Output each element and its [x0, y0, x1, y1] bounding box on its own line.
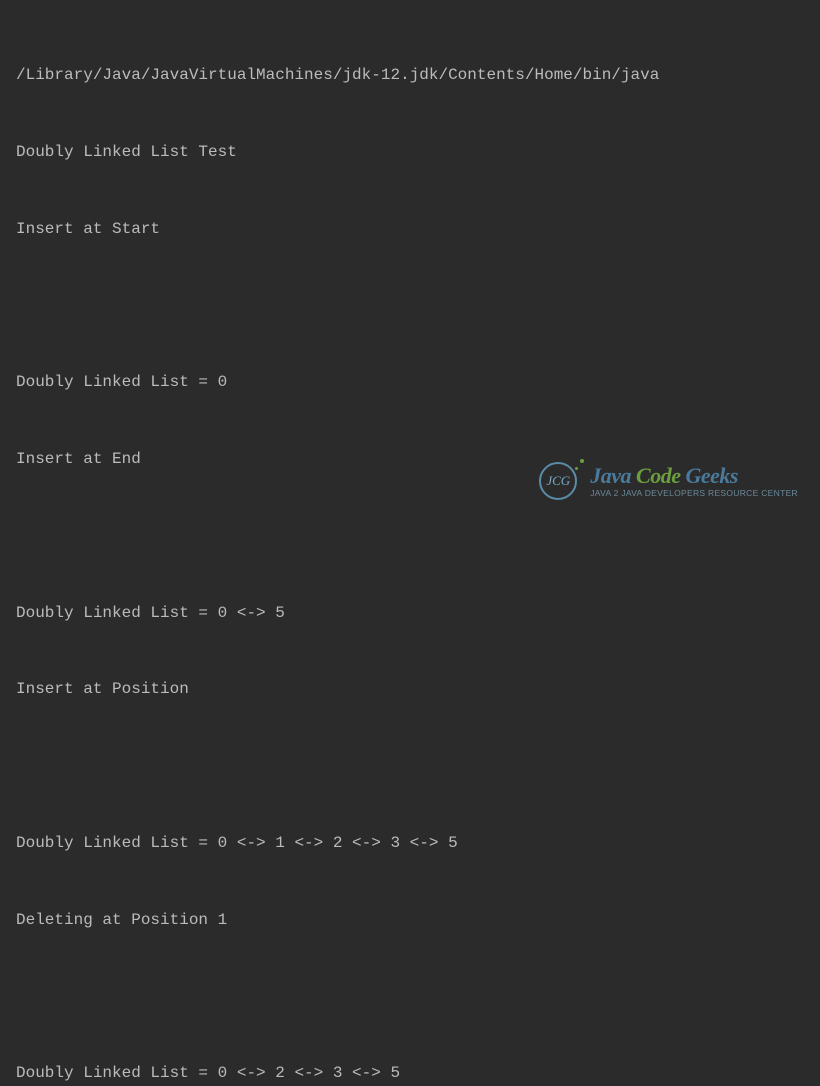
terminal-line	[16, 294, 804, 320]
terminal-line: Doubly Linked List Test	[16, 140, 804, 166]
watermark-title: Java Code Geeks	[590, 464, 798, 488]
terminal-line: Insert at Position	[16, 677, 804, 703]
terminal-line	[16, 524, 804, 550]
terminal-line: /Library/Java/JavaVirtualMachines/jdk-12…	[16, 63, 804, 89]
terminal-line: Doubly Linked List = 0 <-> 1 <-> 2 <-> 3…	[16, 831, 804, 857]
terminal-line: Deleting at Position 1	[16, 908, 804, 934]
watermark-word-code: Code	[636, 463, 680, 488]
watermark-dots-icon	[566, 453, 586, 473]
terminal-line: Doubly Linked List = 0 <-> 5	[16, 601, 804, 627]
terminal-line: Doubly Linked List = 0 <-> 2 <-> 3 <-> 5	[16, 1061, 804, 1086]
watermark-word-java: Java	[590, 463, 631, 488]
watermark-word-geeks: Geeks	[685, 463, 737, 488]
terminal-line	[16, 754, 804, 780]
terminal-line: Doubly Linked List = 0	[16, 370, 804, 396]
terminal-line: Insert at Start	[16, 217, 804, 243]
terminal-output: /Library/Java/JavaVirtualMachines/jdk-12…	[16, 12, 804, 1086]
watermark-subtitle: Java 2 Java Developers Resource Center	[590, 489, 798, 498]
terminal-line	[16, 985, 804, 1011]
watermark-badge-icon: JCG	[534, 457, 582, 505]
watermark-text-block: Java Code Geeks Java 2 Java Developers R…	[590, 464, 798, 499]
watermark-logo: JCG Java Code Geeks Java 2 Java Develope…	[534, 457, 798, 505]
